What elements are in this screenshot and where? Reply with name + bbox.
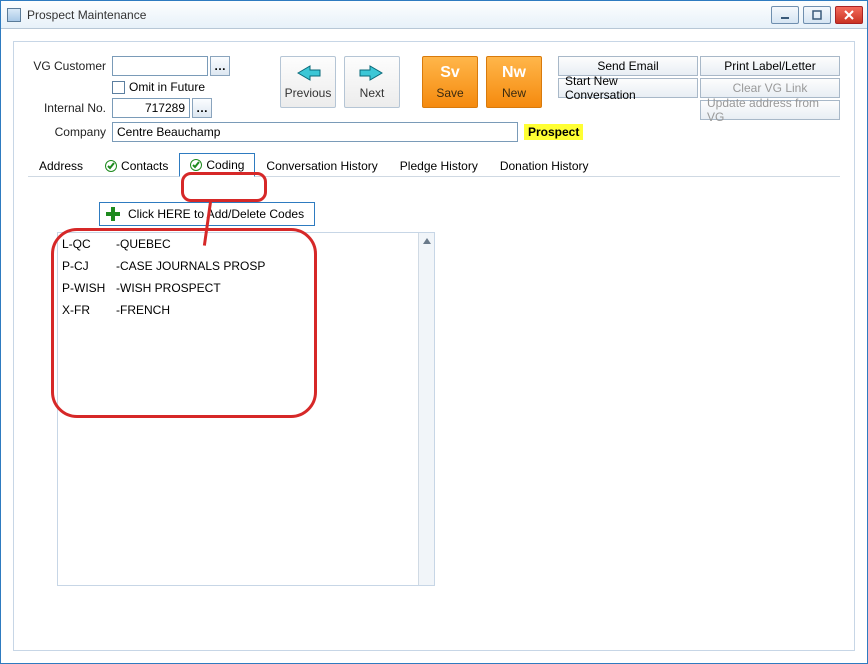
nav-toolbar: Previous Next Sv Save Nw New [280,56,542,108]
vg-customer-label: VG Customer [28,59,106,73]
add-delete-codes-label: Click HERE to Add/Delete Codes [128,207,304,221]
app-icon [7,8,21,22]
code-row-empty [58,475,418,497]
code-desc-cell: -FRENCH [116,303,170,317]
code-row-empty [58,541,418,563]
clear-vg-link-button[interactable]: Clear VG Link [700,78,840,98]
minimize-button[interactable] [771,6,799,24]
start-new-conversation-button[interactable]: Start New Conversation [558,78,698,98]
main-panel: VG Customer … Omit in Future Internal No… [13,41,855,651]
tab-contacts-label: Contacts [121,159,168,173]
annotation-tab-ring [181,172,267,202]
next-label: Next [360,86,385,100]
maximize-button[interactable] [803,6,831,24]
titlebar: Prospect Maintenance [1,1,867,29]
code-row-empty [58,365,418,387]
new-glyph: Nw [502,64,526,82]
tab-pledge-history[interactable]: Pledge History [389,154,489,177]
plus-icon [106,207,120,221]
code-row-empty [58,387,418,409]
right-action-buttons: Send Email Print Label/Letter Start New … [558,56,840,120]
application-window: Prospect Maintenance VG Customer … [0,0,868,664]
code-row-empty [58,431,418,453]
code-row[interactable]: X-FR-FRENCH [58,299,418,321]
vg-customer-lookup-button[interactable]: … [210,56,230,76]
close-icon [843,10,855,20]
code-cell: P-WISH [62,281,116,295]
tab-pledge-history-label: Pledge History [400,159,478,173]
codes-list[interactable]: L-QC-QUEBECP-CJ-CASE JOURNALS PROSPP-WIS… [58,233,418,585]
internal-no-input[interactable]: 717289 [112,98,190,118]
code-row[interactable]: L-QC-QUEBEC [58,233,418,255]
previous-button[interactable]: Previous [280,56,336,108]
internal-no-lookup-button[interactable]: … [192,98,212,118]
add-delete-codes-button[interactable]: Click HERE to Add/Delete Codes [99,202,315,226]
scroll-up-button[interactable] [419,233,434,249]
arrow-right-icon [358,64,386,82]
minimize-icon [779,10,791,20]
maximize-icon [811,10,823,20]
code-row-empty [58,563,418,585]
save-button[interactable]: Sv Save [422,56,478,108]
code-desc-cell: -QUEBEC [116,237,171,251]
save-glyph: Sv [440,64,460,82]
code-row-empty [58,321,418,343]
code-row[interactable]: P-WISH-WISH PROSPECT [58,277,418,299]
code-row-empty [58,519,418,541]
checkmark-icon [105,160,117,172]
codes-list-container: L-QC-QUEBECP-CJ-CASE JOURNALS PROSPP-WIS… [57,232,435,586]
update-address-from-vg-button[interactable]: Update address from VG [700,100,840,120]
code-desc-cell: -CASE JOURNALS PROSP [116,259,265,273]
tab-strip: Address Contacts Coding Conversation His… [28,152,840,177]
tab-address-label: Address [39,159,83,173]
code-desc-cell: -WISH PROSPECT [116,281,221,295]
scrollbar[interactable] [418,233,434,585]
new-label: New [502,86,526,100]
omit-in-future-label: Omit in Future [129,80,205,94]
prospect-badge: Prospect [524,124,583,140]
code-cell: L-QC [62,237,116,251]
arrow-left-icon [294,64,322,82]
client-area: VG Customer … Omit in Future Internal No… [1,29,867,663]
tab-conversation-history-label: Conversation History [266,159,377,173]
tab-donation-history[interactable]: Donation History [489,154,600,177]
send-email-button[interactable]: Send Email [558,56,698,76]
tab-conversation-history[interactable]: Conversation History [255,154,388,177]
save-label: Save [436,86,463,100]
tab-contacts[interactable]: Contacts [94,154,179,177]
vg-customer-input[interactable] [112,56,208,76]
omit-in-future-checkbox[interactable]: Omit in Future [112,80,205,94]
tab-donation-history-label: Donation History [500,159,589,173]
internal-no-label: Internal No. [28,101,106,115]
chevron-up-icon [423,238,431,244]
code-cell: X-FR [62,303,116,317]
code-row-empty [58,343,418,365]
tab-address[interactable]: Address [28,154,94,177]
code-row[interactable]: P-CJ-CASE JOURNALS PROSP [58,255,418,277]
window-title: Prospect Maintenance [27,8,146,22]
code-cell: P-CJ [62,259,116,273]
tab-coding[interactable]: Coding [179,153,255,177]
code-row-empty [58,409,418,431]
new-button[interactable]: Nw New [486,56,542,108]
previous-label: Previous [285,86,332,100]
next-button[interactable]: Next [344,56,400,108]
code-row-empty [58,497,418,519]
tab-body-coding: Click HERE to Add/Delete Codes L-QC-QUEB… [28,177,840,607]
close-button[interactable] [835,6,863,24]
company-label: Company [28,125,106,139]
checkmark-icon [190,159,202,171]
tab-coding-label: Coding [206,158,244,172]
code-row-empty [58,453,418,475]
company-input[interactable]: Centre Beauchamp [112,122,518,142]
print-label-letter-button[interactable]: Print Label/Letter [700,56,840,76]
